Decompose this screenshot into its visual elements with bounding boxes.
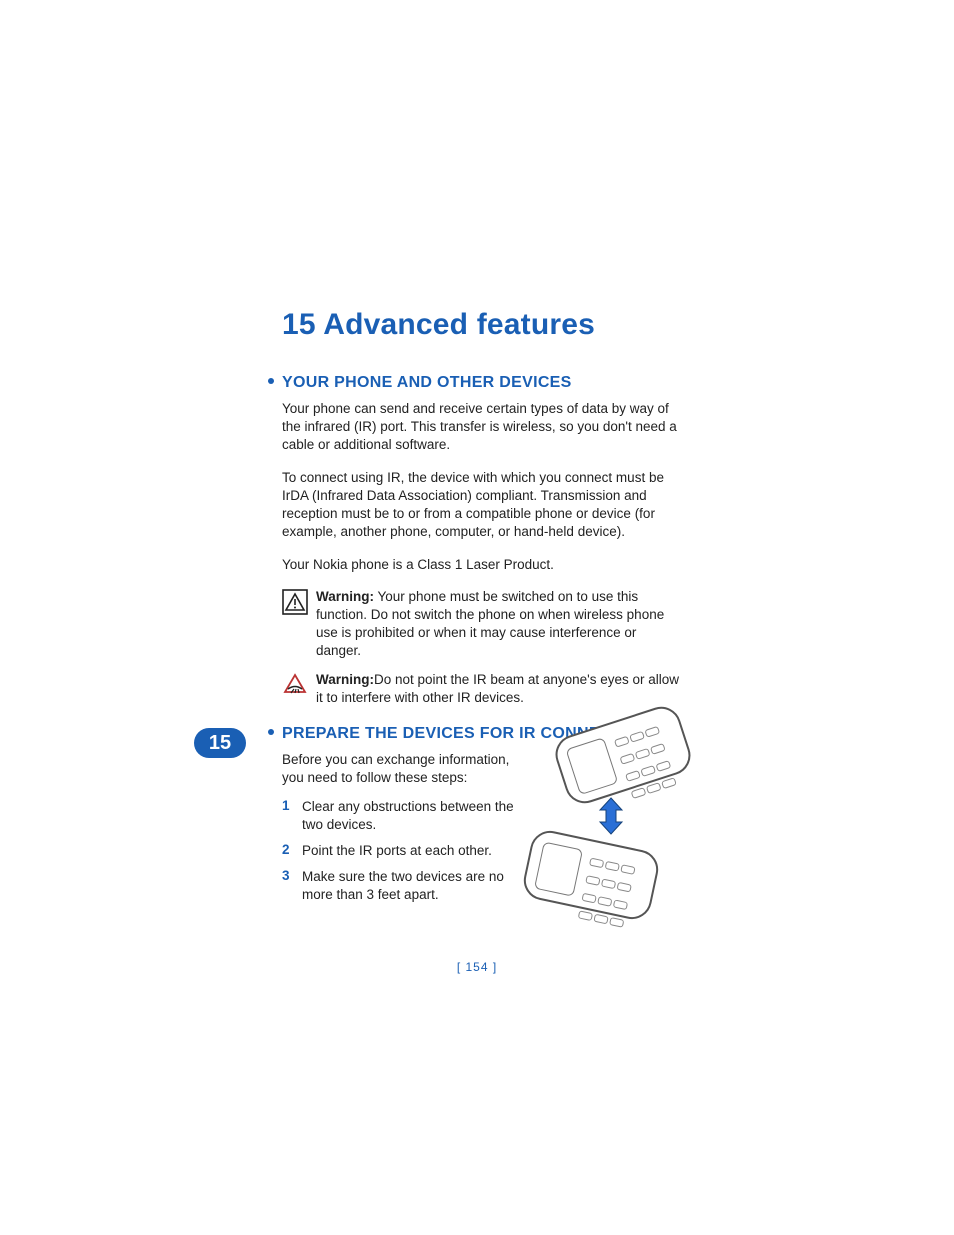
page-number: [ 154 ] (0, 960, 954, 974)
warning-text: Warning:Do not point the IR beam at anyo… (316, 671, 684, 707)
step-text: Make sure the two devices are no more th… (302, 868, 522, 904)
phone-top-icon (550, 702, 695, 809)
warning-triangle-boxed-icon (282, 588, 316, 661)
step-number: 3 (282, 868, 302, 904)
chapter-number: 15 (282, 308, 316, 341)
warning-block: Warning: Your phone must be switched on … (282, 588, 684, 661)
step-text: Clear any obstructions between the two d… (302, 798, 522, 834)
section-heading-devices: YOUR PHONE AND OTHER DEVICES (268, 374, 954, 392)
paragraph: Your Nokia phone is a Class 1 Laser Prod… (282, 556, 682, 574)
step-item: 1 Clear any obstructions between the two… (282, 798, 522, 834)
ir-connection-illustration (520, 712, 700, 927)
chapter-title-text: Advanced features (323, 308, 595, 341)
page-tab-chapter-number: 15 (194, 728, 246, 758)
step-item: 3 Make sure the two devices are no more … (282, 868, 522, 904)
bullet-icon (268, 729, 274, 735)
paragraph: Your phone can send and receive certain … (282, 400, 682, 455)
steps-intro: Before you can exchange information, you… (282, 751, 512, 787)
page-content: 15 Advanced features YOUR PHONE AND OTHE… (0, 308, 954, 913)
warning-text: Warning: Your phone must be switched on … (316, 588, 684, 661)
step-item: 2 Point the IR ports at each other. (282, 842, 522, 860)
paragraph: To connect using IR, the device with whi… (282, 469, 682, 542)
step-number: 1 (282, 798, 302, 834)
warning-block: Warning:Do not point the IR beam at anyo… (282, 671, 684, 707)
step-text: Point the IR ports at each other. (302, 842, 522, 860)
bullet-icon (268, 378, 274, 384)
step-number: 2 (282, 842, 302, 860)
phone-bottom-icon (520, 827, 662, 922)
ir-beam-arrow-icon (596, 796, 626, 836)
chapter-title: 15 Advanced features (282, 308, 954, 342)
warning-ir-eye-icon (282, 671, 316, 707)
